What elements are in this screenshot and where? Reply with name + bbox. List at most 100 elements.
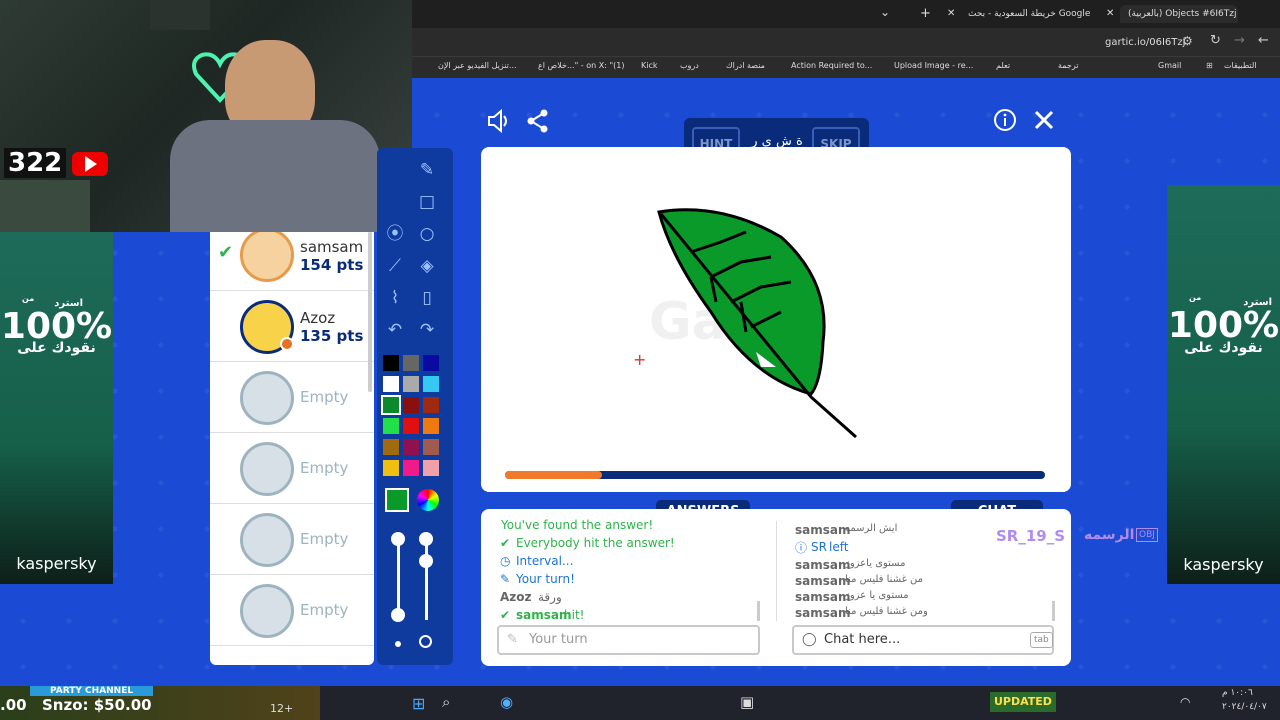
answer-line: You've found the answer!	[501, 518, 654, 532]
bookmark-kick[interactable]: Kick	[641, 61, 658, 70]
color-swatch[interactable]	[383, 355, 399, 371]
color-swatch[interactable]	[403, 397, 419, 413]
tab-search-icon[interactable]: ⌄	[880, 5, 890, 19]
bookmark-learn[interactable]: تعلم	[996, 61, 1010, 70]
color-swatch[interactable]	[403, 460, 419, 476]
scrollbar[interactable]	[368, 232, 372, 392]
answer-input[interactable]: ✎ Your turn	[497, 625, 760, 655]
pen-icon[interactable]: ✎	[415, 158, 439, 182]
check-icon: ✔	[500, 608, 511, 622]
close-icon[interactable]: ✕	[1106, 8, 1114, 19]
overlay-caption: الرسمه	[1084, 527, 1135, 543]
color-swatch[interactable]	[423, 397, 439, 413]
player-name: Empty	[300, 459, 349, 477]
sound-icon[interactable]	[486, 108, 512, 134]
drawing-canvas[interactable]: Gartic +	[481, 147, 1071, 492]
ad-right[interactable]: استرد 100% نقودك على من kaspersky	[1167, 185, 1280, 584]
color-swatch[interactable]	[383, 460, 399, 476]
url-field[interactable]: gartic.io/06I6Tzj	[1105, 37, 1185, 48]
color-swatch[interactable]	[403, 439, 419, 455]
large-brush-icon	[419, 635, 432, 648]
webcam-overlay: 322	[0, 0, 412, 232]
chat-input[interactable]: ◯ Chat here... tab	[792, 625, 1054, 655]
player-name: samsam	[300, 238, 364, 256]
empty-avatar-icon	[240, 442, 294, 496]
bookmark-apps[interactable]: التطبيقات	[1224, 61, 1256, 70]
share-icon[interactable]	[526, 108, 550, 134]
line-tool-icon[interactable]: ⦿	[383, 222, 407, 246]
scrollbar[interactable]	[1052, 601, 1055, 621]
app-icon[interactable]: ▣	[740, 693, 754, 711]
color-swatch[interactable]	[423, 376, 439, 392]
color-swatch[interactable]	[423, 355, 439, 371]
color-swatch[interactable]	[383, 439, 399, 455]
new-tab-icon[interactable]: +	[920, 6, 931, 21]
player-name: Empty	[300, 388, 349, 406]
bookmark-action[interactable]: Action Required to...	[791, 61, 872, 70]
slider-handle[interactable]	[419, 554, 433, 568]
page-icon[interactable]: ▯	[415, 286, 439, 310]
back-icon[interactable]: ←	[1258, 33, 1269, 48]
bookmark-video[interactable]: تنزيل الفيديو عبر الإن...	[438, 61, 517, 70]
tab-label: خريطة السعودية - بحث Google	[968, 9, 1091, 19]
undo-icon[interactable]: ↶	[383, 318, 407, 342]
party-label: PARTY CHANNEL	[30, 686, 154, 696]
fill-icon[interactable]: ◈	[415, 254, 439, 278]
eyedropper-icon[interactable]: ⌇	[383, 286, 407, 310]
tune-icon[interactable]: ⚙	[1182, 34, 1193, 48]
search-icon[interactable]: ⌕	[442, 693, 450, 711]
circle-icon[interactable]: ○	[415, 222, 439, 246]
close-icon[interactable]	[1033, 109, 1055, 131]
close-icon[interactable]: ✕	[947, 8, 955, 19]
color-swatch[interactable]	[403, 355, 419, 371]
windows-start-icon[interactable]: ⊞	[412, 694, 425, 713]
slider-handle[interactable]	[419, 532, 433, 546]
ad-left[interactable]: استرد 100% نقودك على من kaspersky	[0, 232, 113, 584]
info-icon: ⓘ	[795, 541, 808, 555]
color-swatch[interactable]	[423, 418, 439, 434]
bookmark-edraak[interactable]: منصة ادراك	[726, 61, 765, 70]
bookmark-gmail[interactable]: Gmail	[1158, 61, 1181, 70]
divider	[776, 521, 777, 621]
chat-placeholder: Chat here...	[824, 632, 901, 647]
check-icon: ✔	[500, 536, 511, 550]
tab-active[interactable]: (بالعربية) Objects #6I6Tzj	[1120, 5, 1238, 23]
player-row-empty: Empty	[210, 504, 374, 575]
pencil-icon: ✎	[507, 632, 518, 647]
opacity-slider[interactable]	[425, 538, 428, 620]
color-swatch[interactable]	[423, 439, 439, 455]
info-icon[interactable]	[993, 108, 1017, 132]
ad-brand: kaspersky	[16, 554, 97, 573]
color-swatch[interactable]	[383, 376, 399, 392]
check-icon: ✔	[218, 242, 234, 263]
bookmark-translate[interactable]: ترجمة	[1058, 61, 1079, 70]
chrome-icon[interactable]: ◉	[500, 693, 513, 711]
scrollbar[interactable]	[757, 601, 760, 621]
player-name: Empty	[300, 601, 349, 619]
player-row-empty: Empty	[210, 575, 374, 646]
selected-color[interactable]	[385, 488, 409, 512]
color-swatch[interactable]	[403, 376, 419, 392]
redo-icon[interactable]: ↷	[415, 318, 439, 342]
chat-user: samsam	[795, 558, 851, 572]
forward-icon[interactable]: →	[1234, 33, 1245, 48]
reload-icon[interactable]: ↻	[1210, 33, 1221, 48]
bookmark-x[interactable]: خلاص اع..." - on X: "(1)	[538, 61, 624, 70]
color-wheel-icon[interactable]	[417, 489, 439, 511]
tab-google[interactable]: خريطة السعودية - بحث Google	[964, 5, 1094, 23]
color-swatch[interactable]	[423, 460, 439, 476]
color-swatch[interactable]	[403, 418, 419, 434]
chat-bubble-icon: ◯	[802, 632, 817, 647]
party-badge: 12+	[270, 702, 294, 715]
color-swatch[interactable]	[381, 395, 401, 415]
slider-handle[interactable]	[391, 608, 405, 622]
slider-handle[interactable]	[391, 532, 405, 546]
player-row-empty: Empty	[210, 433, 374, 504]
clock-time: ١٠:٠٦ م	[1222, 688, 1253, 698]
bookmark-droob[interactable]: دروب	[680, 61, 699, 70]
line-icon[interactable]: ⟋	[383, 254, 407, 278]
screen: (بالعربية) Objects #6I6Tzj ✕ خريطة السعو…	[0, 0, 1280, 720]
bookmark-upload[interactable]: Upload Image - re...	[894, 61, 973, 70]
color-swatch[interactable]	[383, 418, 399, 434]
rectangle-icon[interactable]: □	[415, 190, 439, 214]
